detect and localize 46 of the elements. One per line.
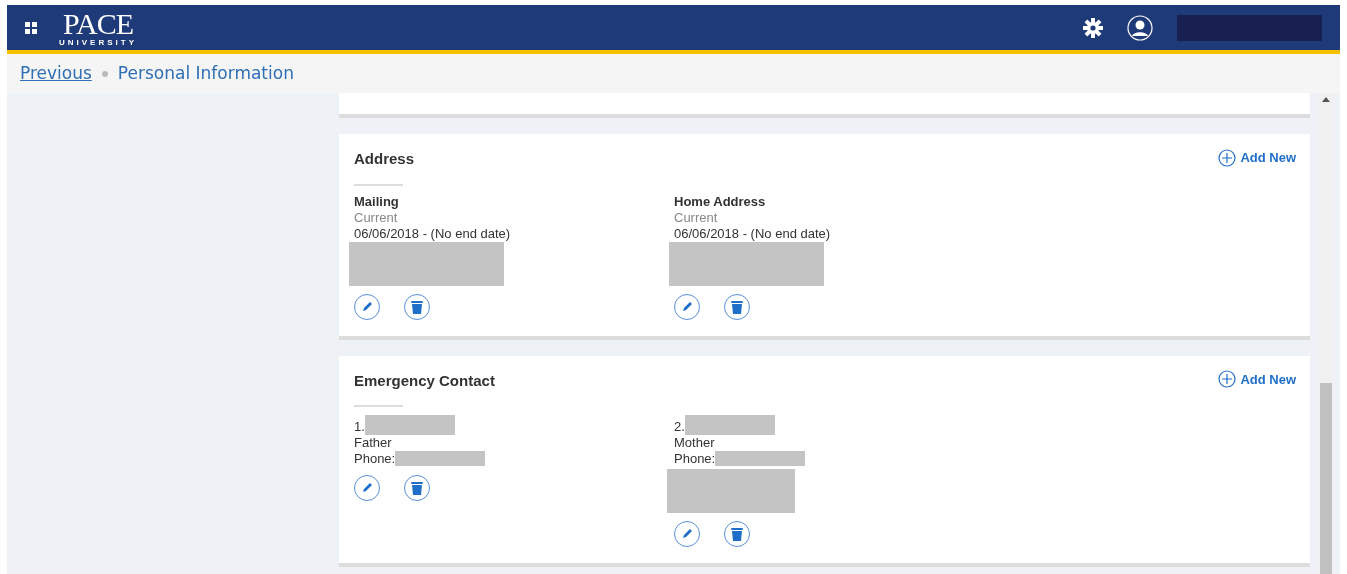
trash-icon: [411, 299, 423, 314]
previous-link[interactable]: Previous: [20, 60, 92, 87]
entry-title: Mailing: [354, 193, 400, 210]
contact-number: 2.: [674, 419, 685, 435]
status-label: Current: [674, 209, 719, 226]
phone-label: Phone:: [354, 451, 396, 467]
pencil-icon: [681, 300, 693, 313]
pencil-icon: [361, 482, 373, 494]
scrollbar[interactable]: [1318, 93, 1334, 574]
date-range: 06/06/2018 - (No end date): [354, 225, 512, 242]
trash-icon: [731, 527, 743, 541]
delete-button[interactable]: [404, 475, 430, 501]
add-new-button[interactable]: Add New: [1218, 148, 1296, 168]
plus-icon: [1218, 148, 1237, 167]
edit-button[interactable]: [674, 293, 700, 320]
breadcrumb-separator: [101, 70, 108, 77]
edit-button[interactable]: [354, 475, 380, 501]
section-title: Emergency Contact: [354, 370, 495, 391]
relation-label: Mother: [674, 435, 716, 451]
status-label: Current: [354, 209, 399, 226]
user-avatar-icon[interactable]: [1127, 14, 1153, 41]
trash-icon: [731, 299, 743, 314]
edit-button[interactable]: [354, 293, 380, 320]
date-range: 06/06/2018 - (No end date): [674, 225, 832, 242]
relation-label: Father: [354, 435, 393, 451]
delete-button[interactable]: [724, 293, 750, 320]
trash-icon: [411, 481, 423, 495]
pencil-icon: [361, 300, 373, 313]
apps-menu-icon[interactable]: [25, 21, 37, 34]
add-new-button[interactable]: Add New: [1218, 369, 1296, 389]
plus-icon: [1218, 370, 1237, 389]
delete-button[interactable]: [724, 521, 750, 547]
delete-button[interactable]: [404, 293, 430, 320]
settings-icon[interactable]: [1083, 17, 1103, 38]
scrollbar-thumb[interactable]: [1320, 383, 1332, 574]
pencil-icon: [681, 528, 693, 540]
page-title: Personal Information: [117, 61, 294, 85]
logo-subtitle: UNIVERSITY: [59, 38, 137, 47]
user-name-field[interactable]: [1177, 14, 1322, 41]
scroll-up-icon[interactable]: [1322, 97, 1330, 102]
phone-label: Phone:: [674, 451, 716, 467]
edit-button[interactable]: [674, 521, 700, 547]
contact-number: 1.: [354, 419, 365, 435]
section-title: Address: [354, 149, 415, 169]
logo-wordmark: PACE: [63, 8, 133, 39]
entry-title: Home Address: [674, 193, 767, 210]
